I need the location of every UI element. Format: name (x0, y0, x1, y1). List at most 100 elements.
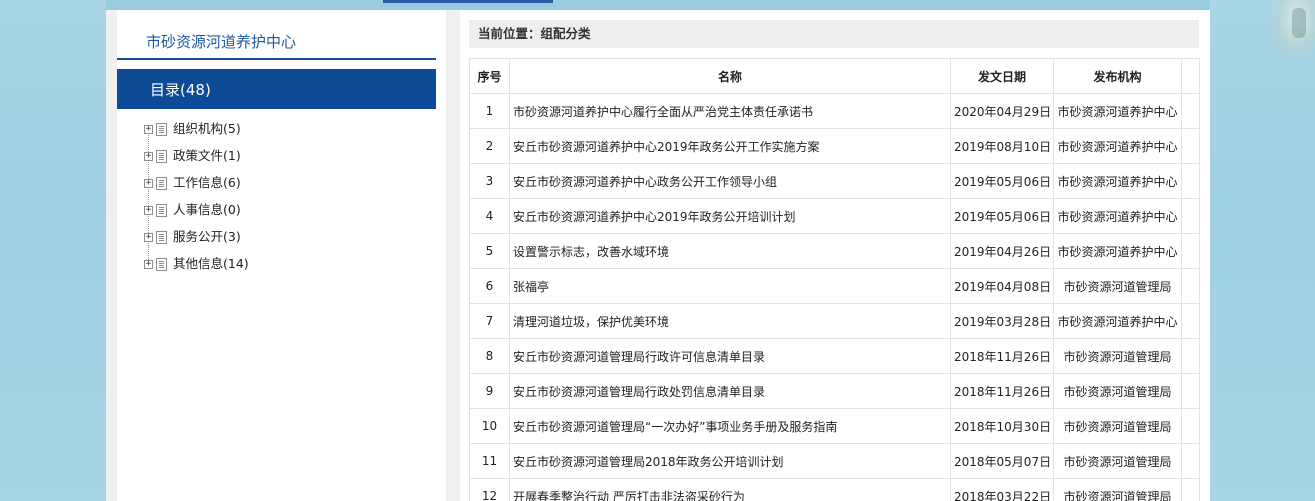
row-spacer (1181, 128, 1200, 164)
row-number: 6 (469, 268, 510, 304)
expand-plus-icon[interactable]: + (144, 179, 153, 188)
row-org: 市砂资源河道管理局 (1053, 268, 1182, 304)
row-spacer (1181, 233, 1200, 269)
row-date: 2018年03月22日 (950, 478, 1054, 501)
document-table: 序号 名称 发文日期 发布机构 1 市砂资源河道养护中心履行全面从严治党主体责任… (469, 58, 1200, 501)
row-date: 2019年04月08日 (950, 268, 1054, 304)
table-header-row: 序号 名称 发文日期 发布机构 (469, 58, 1200, 94)
row-date: 2020年04月29日 (950, 93, 1054, 129)
tree-item-work-info[interactable]: + 工作信息(6) (144, 172, 424, 212)
expand-plus-icon[interactable]: + (144, 125, 153, 134)
table-row[interactable]: 7 清理河道垃圾，保护优美环境 2019年03月28日 市砂资源河道养护中心 (469, 303, 1200, 339)
table-row[interactable]: 10 安丘市砂资源河道管理局“一次办好”事项业务手册及服务指南 2018年10月… (469, 408, 1200, 444)
row-number: 11 (469, 443, 510, 479)
tree-item-policy[interactable]: + 政策文件(1) (144, 145, 424, 185)
sidebar-title: 市砂资源河道养护中心 (117, 10, 436, 60)
row-title-link[interactable]: 安丘市砂资源河道养护中心政务公开工作领导小组 (509, 163, 951, 199)
tree-item-other[interactable]: + 其他信息(14) (144, 253, 424, 280)
row-spacer (1181, 268, 1200, 304)
table-row[interactable]: 2 安丘市砂资源河道养护中心2019年政务公开工作实施方案 2019年08月10… (469, 128, 1200, 164)
tree-item-label[interactable]: 组织机构(5) (173, 118, 241, 140)
row-org: 市砂资源河道养护中心 (1053, 93, 1182, 129)
page-container: 市砂资源河道养护中心 目录(48) + 组织机构(5) + 政策文件(1) + … (106, 10, 1210, 501)
row-org: 市砂资源河道管理局 (1053, 443, 1182, 479)
row-spacer (1181, 93, 1200, 129)
table-row[interactable]: 8 安丘市砂资源河道管理局行政许可信息清单目录 2018年11月26日 市砂资源… (469, 338, 1200, 374)
row-number: 4 (469, 198, 510, 234)
decorative-tree-image (1270, 0, 1315, 60)
row-date: 2018年11月26日 (950, 338, 1054, 374)
row-spacer (1181, 163, 1200, 199)
tree-item-label[interactable]: 服务公开(3) (173, 226, 241, 248)
tree-trunk-decoration (1292, 8, 1306, 38)
document-icon (156, 123, 167, 136)
row-number: 7 (469, 303, 510, 339)
header-org: 发布机构 (1053, 58, 1182, 94)
row-spacer (1181, 303, 1200, 339)
active-nav-indicator (383, 0, 553, 3)
breadcrumb: 当前位置：组配分类 (469, 20, 1199, 48)
category-tree: + 组织机构(5) + 政策文件(1) + 工作信息(6) + 人事信息(0) … (144, 118, 424, 280)
expand-plus-icon[interactable]: + (144, 260, 153, 269)
row-title-link[interactable]: 设置警示标志，改善水域环境 (509, 233, 951, 269)
row-spacer (1181, 408, 1200, 444)
row-spacer (1181, 478, 1200, 501)
table-row[interactable]: 11 安丘市砂资源河道管理局2018年政务公开培训计划 2018年05月07日 … (469, 443, 1200, 479)
catalog-header[interactable]: 目录(48) (117, 69, 436, 109)
row-number: 5 (469, 233, 510, 269)
row-spacer (1181, 338, 1200, 374)
row-org: 市砂资源河道养护中心 (1053, 303, 1182, 339)
table-row[interactable]: 4 安丘市砂资源河道养护中心2019年政务公开培训计划 2019年05月06日 … (469, 198, 1200, 234)
document-icon (156, 150, 167, 163)
header-date: 发文日期 (950, 58, 1054, 94)
row-org: 市砂资源河道养护中心 (1053, 233, 1182, 269)
main-content: 当前位置：组配分类 序号 名称 发文日期 发布机构 1 市砂资源河道养护中心履行… (460, 10, 1210, 501)
row-title-link[interactable]: 开展春季整治行动 严厉打击非法盗采砂行为 (509, 478, 951, 501)
row-date: 2019年04月26日 (950, 233, 1054, 269)
row-title-link[interactable]: 市砂资源河道养护中心履行全面从严治党主体责任承诺书 (509, 93, 951, 129)
row-number: 1 (469, 93, 510, 129)
row-date: 2018年10月30日 (950, 408, 1054, 444)
row-title-link[interactable]: 安丘市砂资源河道管理局行政许可信息清单目录 (509, 338, 951, 374)
row-org: 市砂资源河道养护中心 (1053, 163, 1182, 199)
document-icon (156, 177, 167, 190)
table-row[interactable]: 5 设置警示标志，改善水域环境 2019年04月26日 市砂资源河道养护中心 (469, 233, 1200, 269)
table-row[interactable]: 6 张福亭 2019年04月08日 市砂资源河道管理局 (469, 268, 1200, 304)
row-title-link[interactable]: 安丘市砂资源河道养护中心2019年政务公开培训计划 (509, 198, 951, 234)
tree-item-label[interactable]: 其他信息(14) (173, 253, 249, 275)
tree-item-label[interactable]: 工作信息(6) (173, 172, 241, 194)
row-title-link[interactable]: 安丘市砂资源河道养护中心2019年政务公开工作实施方案 (509, 128, 951, 164)
row-number: 8 (469, 338, 510, 374)
document-icon (156, 258, 167, 271)
expand-plus-icon[interactable]: + (144, 233, 153, 242)
tree-item-personnel[interactable]: + 人事信息(0) (144, 199, 424, 239)
document-icon (156, 231, 167, 244)
table-row[interactable]: 1 市砂资源河道养护中心履行全面从严治党主体责任承诺书 2020年04月29日 … (469, 93, 1200, 129)
row-title-link[interactable]: 安丘市砂资源河道管理局“一次办好”事项业务手册及服务指南 (509, 408, 951, 444)
table-row[interactable]: 3 安丘市砂资源河道养护中心政务公开工作领导小组 2019年05月06日 市砂资… (469, 163, 1200, 199)
expand-plus-icon[interactable]: + (144, 206, 153, 215)
row-number: 12 (469, 478, 510, 501)
row-title-link[interactable]: 张福亭 (509, 268, 951, 304)
expand-plus-icon[interactable]: + (144, 152, 153, 161)
tree-item-service[interactable]: + 服务公开(3) (144, 226, 424, 266)
row-title-link[interactable]: 安丘市砂资源河道管理局行政处罚信息清单目录 (509, 373, 951, 409)
row-date: 2018年05月07日 (950, 443, 1054, 479)
row-title-link[interactable]: 清理河道垃圾，保护优美环境 (509, 303, 951, 339)
sidebar-title-text: 市砂资源河道养护中心 (146, 33, 297, 51)
row-org: 市砂资源河道管理局 (1053, 373, 1182, 409)
tree-item-label[interactable]: 人事信息(0) (173, 199, 241, 221)
top-header-strip (106, 0, 1210, 10)
row-date: 2019年03月28日 (950, 303, 1054, 339)
row-title-link[interactable]: 安丘市砂资源河道管理局2018年政务公开培训计划 (509, 443, 951, 479)
tree-item-organization[interactable]: + 组织机构(5) (144, 118, 424, 158)
header-number: 序号 (469, 58, 510, 94)
tree-item-label[interactable]: 政策文件(1) (173, 145, 241, 167)
table-row[interactable]: 9 安丘市砂资源河道管理局行政处罚信息清单目录 2018年11月26日 市砂资源… (469, 373, 1200, 409)
table-row[interactable]: 12 开展春季整治行动 严厉打击非法盗采砂行为 2018年03月22日 市砂资源… (469, 478, 1200, 501)
breadcrumb-text: 当前位置：组配分类 (478, 26, 591, 41)
row-spacer (1181, 373, 1200, 409)
row-date: 2018年11月26日 (950, 373, 1054, 409)
document-icon (156, 204, 167, 217)
row-date: 2019年08月10日 (950, 128, 1054, 164)
